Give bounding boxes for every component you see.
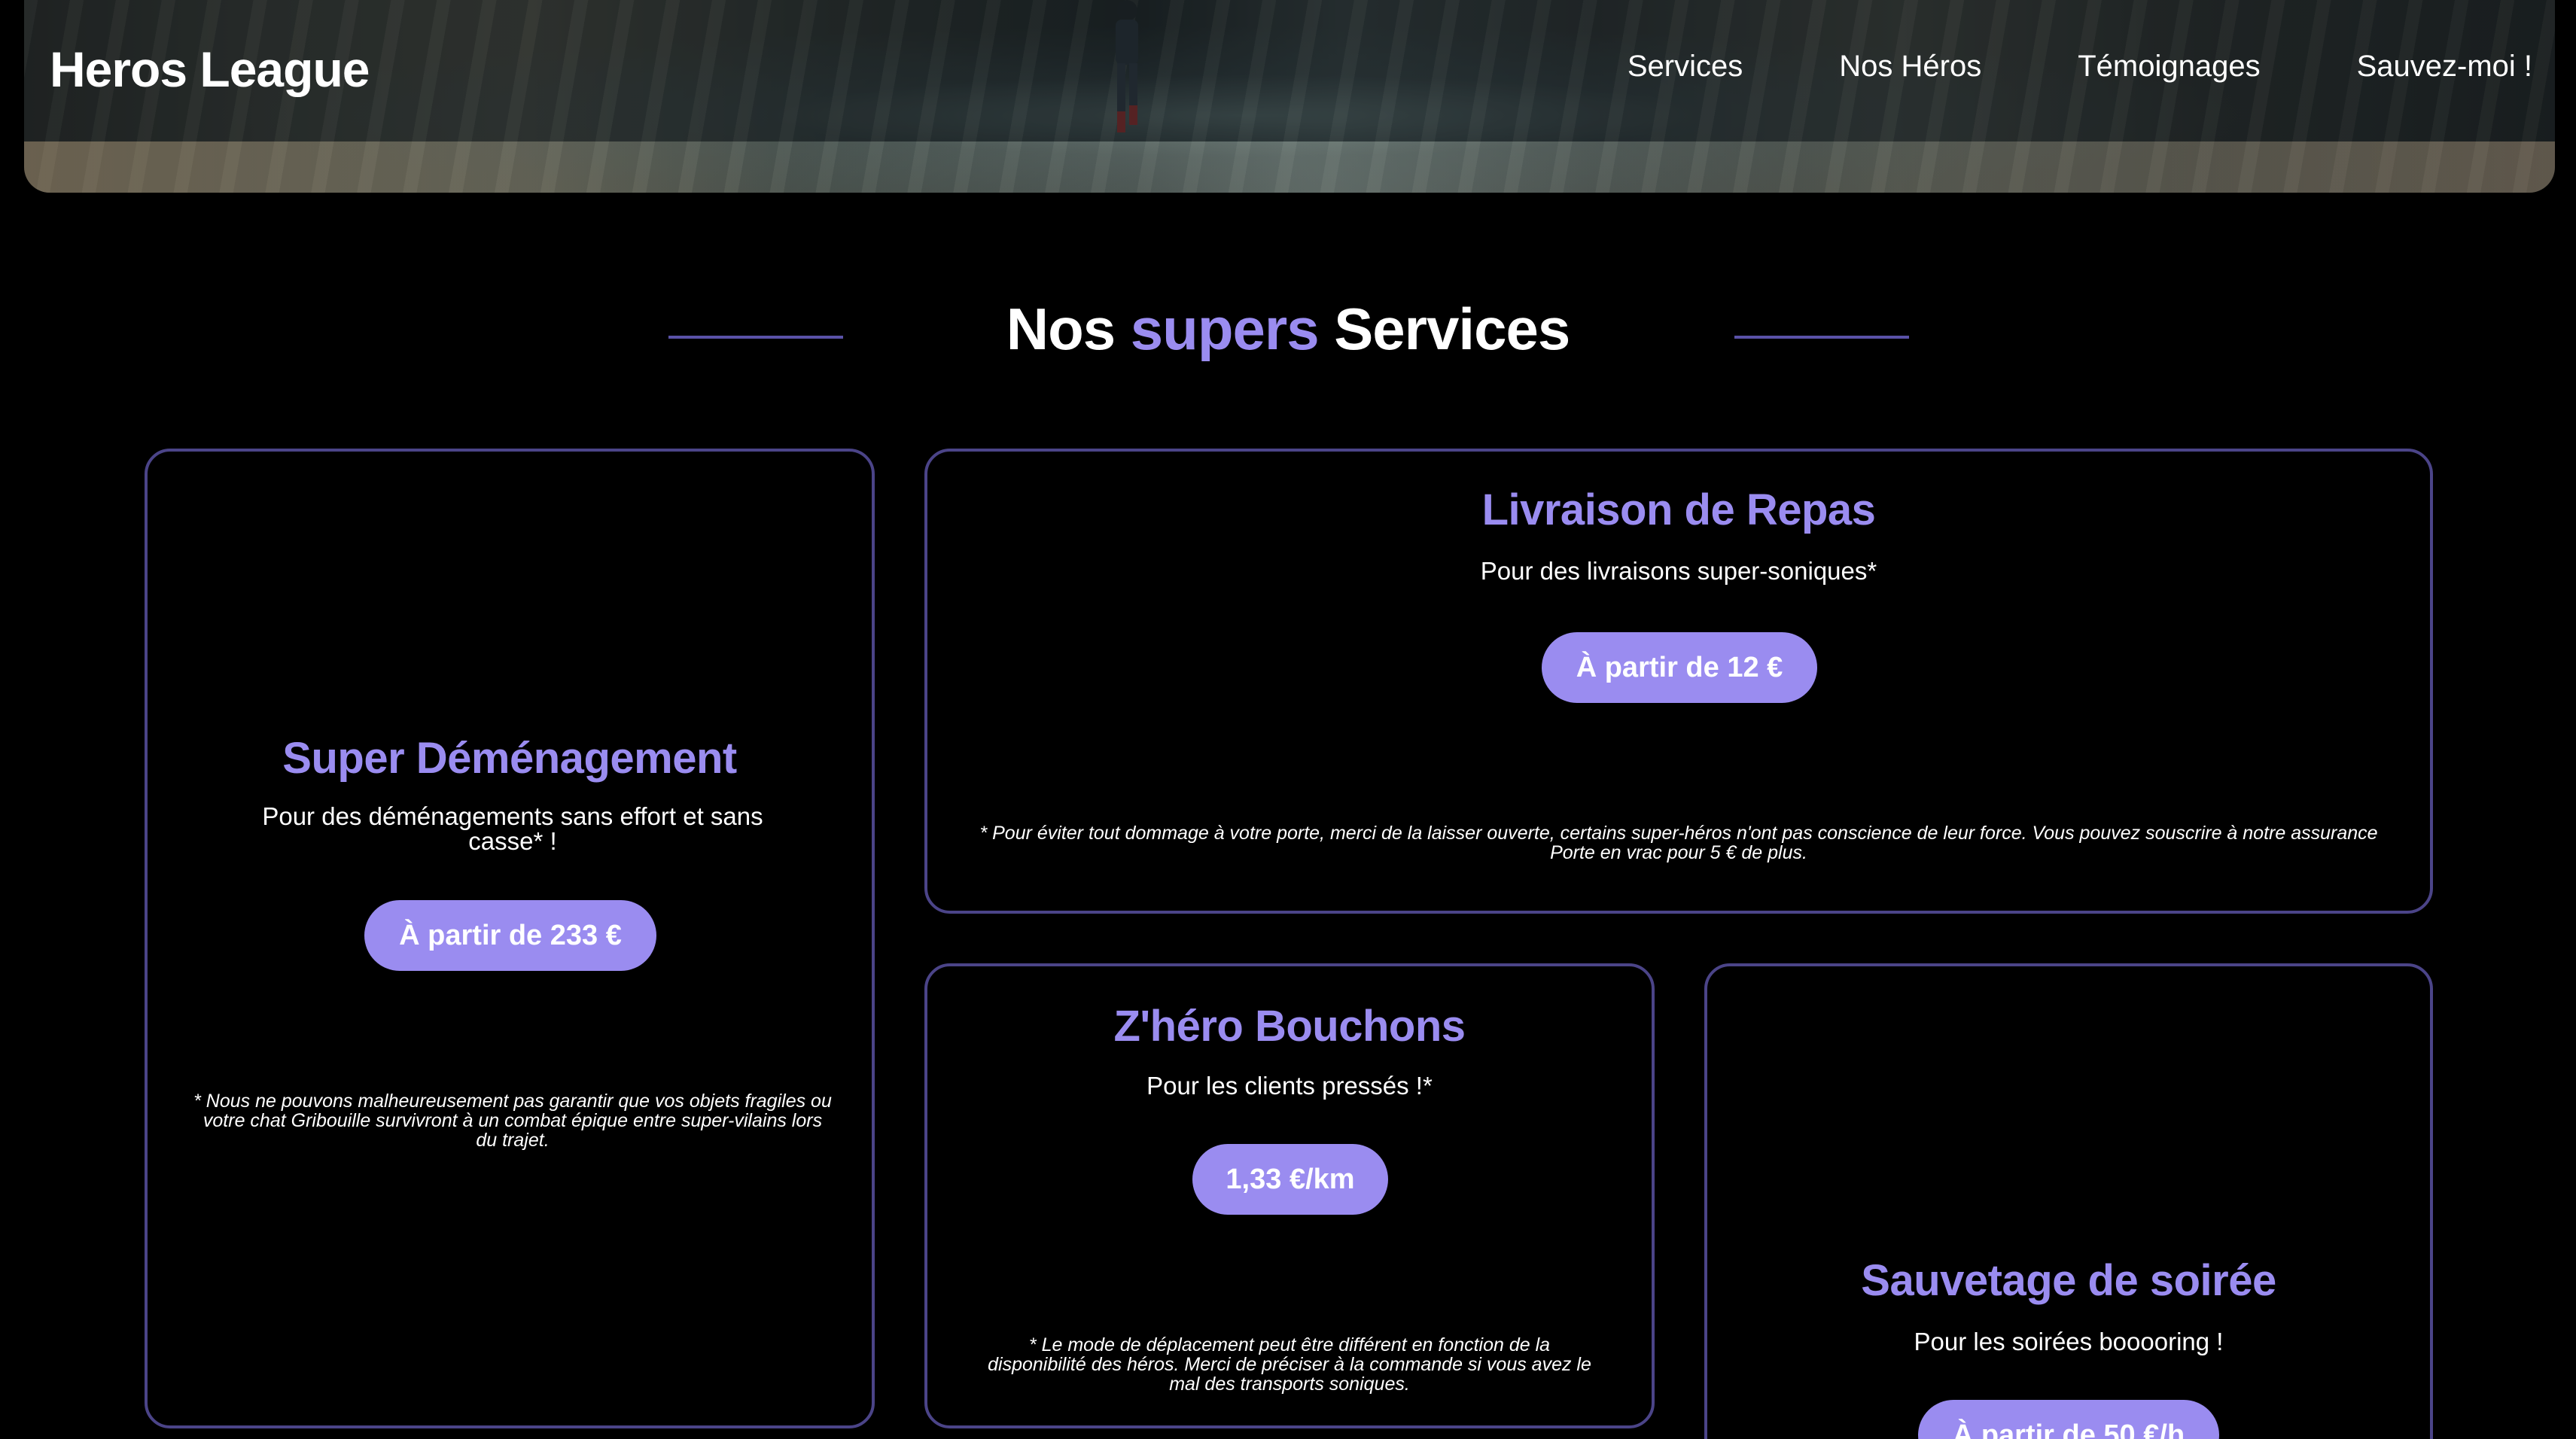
card-subtitle: Pour des livraisons super-soniques*	[1480, 557, 1877, 585]
title-part-1: Nos	[1006, 296, 1131, 362]
card-footnote: * Nous ne pouvons malheureusement pas ga…	[193, 1091, 832, 1151]
service-card-livraison: Livraison de Repas Pour des livraisons s…	[924, 449, 2433, 914]
price-button[interactable]: 1,33 €/km	[1192, 1144, 1388, 1215]
card-title: Z'héro Bouchons	[1113, 1002, 1466, 1051]
page: Heros League Services Nos Héros Témoigna…	[0, 0, 2576, 1439]
card-footnote: * Le mode de déplacement peut être diffé…	[988, 1334, 1591, 1395]
price-button[interactable]: À partir de 12 €	[1542, 632, 1817, 703]
nav-temoignages[interactable]: Témoignages	[2078, 50, 2260, 84]
service-card-sauvetage: Sauvetage de soirée Pour les soirées boo…	[1704, 963, 2433, 1439]
card-footnote: * Pour éviter tout dommage à votre porte…	[979, 823, 2378, 863]
card-subtitle: Pour des déménagements sans effort et sa…	[262, 802, 763, 855]
main-nav: Services Nos Héros Témoignages Sauvez-mo…	[1531, 50, 2532, 84]
service-card-demenagement: Super Déménagement Pour des déménagement…	[145, 449, 875, 1428]
card-title: Sauvetage de soirée	[1861, 1256, 2276, 1305]
nav-services[interactable]: Services	[1628, 50, 1743, 84]
price-button[interactable]: À partir de 233 €	[364, 900, 656, 971]
title-accent: supers	[1130, 296, 1320, 362]
nav-nos-heros[interactable]: Nos Héros	[1839, 50, 1981, 84]
header-banner: Heros League Services Nos Héros Témoigna…	[24, 0, 2555, 193]
card-subtitle: Pour les clients pressés !*	[1146, 1072, 1433, 1100]
card-title: Livraison de Repas	[1481, 485, 1876, 534]
card-title: Super Déménagement	[282, 734, 737, 783]
service-card-bouchons: Z'héro Bouchons Pour les clients pressés…	[924, 963, 1655, 1428]
card-subtitle: Pour les soirées booooring !	[1914, 1328, 2224, 1355]
price-button[interactable]: À partir de 50 €/h	[1918, 1400, 2219, 1439]
section-title: Nos supers Services	[0, 295, 2576, 364]
nav-sauvez-moi[interactable]: Sauvez-moi !	[2357, 50, 2532, 84]
header-city-band	[24, 141, 2555, 193]
title-part-2: Services	[1318, 296, 1570, 362]
brand-logo[interactable]: Heros League	[50, 41, 370, 98]
